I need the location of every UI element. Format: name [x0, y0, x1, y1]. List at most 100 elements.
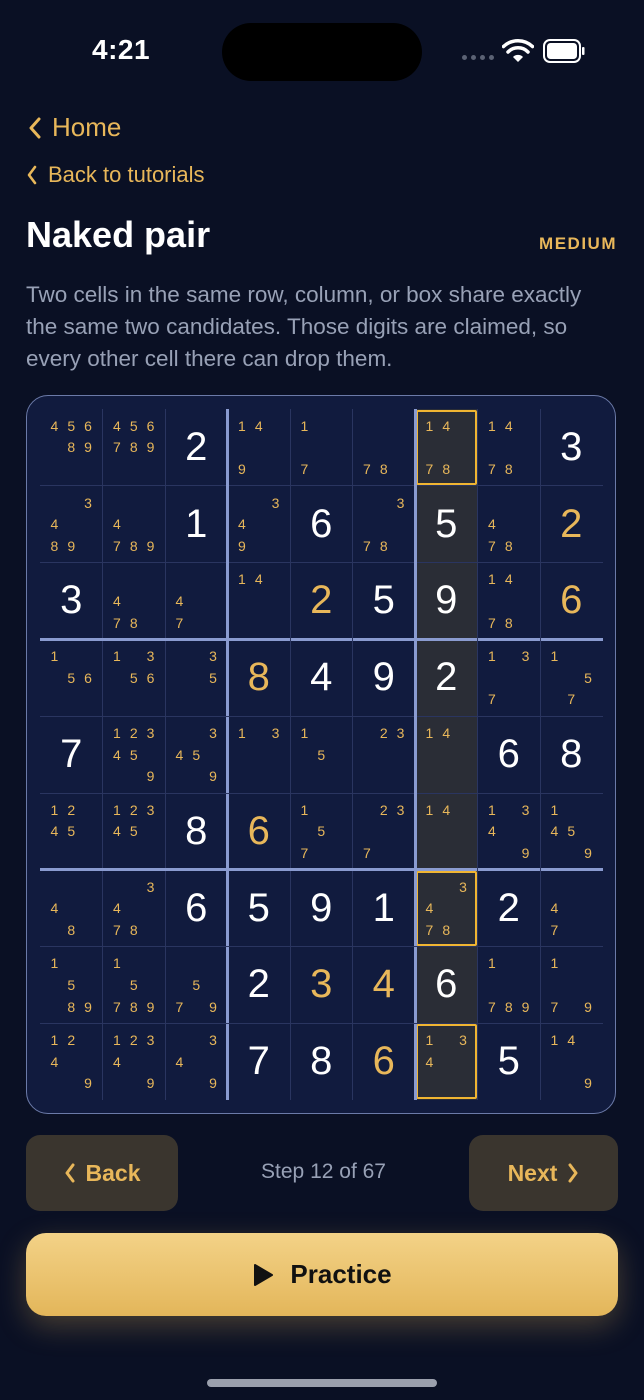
sudoku-cell[interactable]: 14 78	[415, 409, 478, 486]
sudoku-cell[interactable]: 2	[478, 870, 541, 947]
sudoku-cell[interactable]: 3 4 9	[165, 1023, 228, 1100]
sudoku-cell[interactable]: 7	[228, 1023, 291, 1100]
sudoku-cell[interactable]: 47	[165, 563, 228, 640]
candidate-slot	[142, 689, 159, 711]
sudoku-cell[interactable]: 2	[540, 486, 603, 563]
sudoku-cell[interactable]: 4	[353, 947, 416, 1024]
sudoku-cell[interactable]: 15	[290, 716, 353, 793]
sudoku-cell[interactable]: 2	[165, 409, 228, 486]
practice-button[interactable]: Practice	[26, 1233, 618, 1316]
sudoku-cell[interactable]: 78	[353, 409, 416, 486]
candidate-slot	[455, 458, 472, 480]
sudoku-cell[interactable]: 3 4 78	[103, 870, 166, 947]
sudoku-cell[interactable]: 4 78	[478, 486, 541, 563]
sudoku-cell[interactable]: 8	[165, 793, 228, 870]
sudoku-cell[interactable]: 123 4 9	[103, 1023, 166, 1100]
sudoku-cell[interactable]: 5	[353, 563, 416, 640]
sudoku-cell[interactable]: 23 7	[353, 793, 416, 870]
sudoku-cell[interactable]: 1	[165, 486, 228, 563]
sudoku-cell[interactable]: 6	[540, 563, 603, 640]
candidate-slot	[563, 953, 580, 975]
sudoku-cell[interactable]: 14 78	[478, 563, 541, 640]
sudoku-cell[interactable]: 8	[540, 716, 603, 793]
candidate-slot	[313, 722, 330, 744]
sudoku-cell[interactable]: 1 356	[103, 639, 166, 716]
sudoku-cell[interactable]: 9	[353, 639, 416, 716]
sudoku-cell[interactable]: 23	[353, 716, 416, 793]
candidate-digit: 4	[113, 823, 121, 840]
sudoku-cell[interactable]: 35	[165, 639, 228, 716]
sudoku-cell[interactable]: 1 459	[540, 793, 603, 870]
sudoku-cell[interactable]: 4 78	[103, 563, 166, 640]
sudoku-cell[interactable]: 6	[415, 946, 478, 1024]
sudoku-cell[interactable]: 5	[478, 1023, 541, 1100]
sudoku-cell[interactable]: 14	[415, 716, 478, 793]
sudoku-cell[interactable]: 6	[165, 870, 228, 947]
sudoku-cell[interactable]: 1 3 4 9	[478, 793, 541, 870]
sudoku-cell[interactable]: 5	[228, 870, 291, 947]
sudoku-cell[interactable]: 2	[290, 563, 353, 640]
sudoku-cell[interactable]: 4	[290, 639, 353, 716]
sudoku-cell[interactable]: 456 789	[103, 409, 166, 486]
candidate-slot	[438, 1051, 455, 1073]
sudoku-cell[interactable]: 1789	[478, 947, 541, 1024]
sudoku-cell[interactable]: 3	[540, 409, 603, 486]
sudoku-cell[interactable]: 5	[415, 485, 478, 563]
sudoku-cell[interactable]: 9	[415, 562, 478, 640]
sudoku-cell[interactable]: 3 78	[353, 486, 416, 563]
candidate-digit: 8	[50, 537, 59, 554]
sudoku-cell[interactable]: 1 7 9	[540, 947, 603, 1024]
sudoku-cell[interactable]: 124 9	[40, 1023, 103, 1100]
sudoku-cell[interactable]: 6	[478, 716, 541, 793]
sudoku-cell[interactable]: 3	[290, 947, 353, 1024]
sudoku-cell[interactable]: 3 459	[165, 716, 228, 793]
sudoku-cell[interactable]: 3 4 78	[415, 869, 478, 947]
candidate-slot	[80, 876, 97, 898]
sudoku-cell[interactable]: 6	[353, 1023, 416, 1100]
sudoku-cell[interactable]: 157	[290, 793, 353, 870]
sudoku-cell[interactable]: 17	[290, 409, 353, 486]
sudoku-cell[interactable]: 2	[228, 947, 291, 1024]
sudoku-cell[interactable]: 14 78	[478, 409, 541, 486]
sudoku-cell[interactable]: 45689	[40, 409, 103, 486]
sudoku-cell[interactable]: 1245	[40, 793, 103, 870]
sudoku-cell[interactable]: 13	[228, 716, 291, 793]
sudoku-cell[interactable]: 157	[540, 639, 603, 716]
next-button[interactable]: Next	[469, 1135, 618, 1211]
sudoku-cell[interactable]: 3 4 89	[40, 486, 103, 563]
candidate-slot	[421, 1073, 438, 1095]
cell-divider-horizontal	[40, 1022, 603, 1024]
sudoku-cell[interactable]: 2	[415, 639, 478, 717]
sudoku-cell[interactable]: 47	[540, 870, 603, 947]
sudoku-cell[interactable]: 6	[290, 486, 353, 563]
sudoku-cell[interactable]: 156	[40, 639, 103, 716]
back-button[interactable]: Back	[26, 1135, 178, 1211]
sudoku-cell[interactable]: 123 459	[103, 716, 166, 793]
sudoku-cell[interactable]: 1	[353, 870, 416, 947]
sudoku-cell[interactable]: 3	[40, 563, 103, 640]
candidate-grid: 57 9	[171, 953, 222, 1018]
sudoku-cell[interactable]: 3 4 9	[228, 486, 291, 563]
sudoku-cell[interactable]: 9	[290, 870, 353, 947]
sudoku-cell[interactable]: 8	[228, 639, 291, 716]
sudoku-cell[interactable]: 15789	[103, 947, 166, 1024]
sudoku-cell[interactable]: 6	[228, 793, 291, 870]
sudoku-cell[interactable]: 48	[40, 870, 103, 947]
home-link[interactable]: Home	[28, 112, 121, 143]
sudoku-cell[interactable]: 8	[290, 1023, 353, 1100]
candidate-slot	[455, 415, 472, 437]
candidate-digit: 4	[550, 823, 559, 840]
sudoku-cell[interactable]: 14	[415, 793, 478, 870]
sudoku-cell[interactable]: 7	[40, 716, 103, 793]
sudoku-cell[interactable]: 1589	[40, 947, 103, 1024]
sudoku-cell[interactable]: 57 9	[165, 947, 228, 1024]
sudoku-cell[interactable]: 4 789	[103, 486, 166, 563]
sudoku-cell[interactable]: 1 3 4	[415, 1023, 478, 1101]
sudoku-cell[interactable]: 123 45	[103, 793, 166, 870]
sudoku-cell[interactable]: 14	[228, 563, 291, 640]
sudoku-cell[interactable]: 14 9	[540, 1023, 603, 1100]
sudoku-cell[interactable]: 14 9	[228, 409, 291, 486]
back-to-tutorials-link[interactable]: Back to tutorials	[26, 162, 205, 188]
cell-value: 8	[185, 808, 208, 853]
sudoku-cell[interactable]: 1 3 7	[478, 639, 541, 716]
